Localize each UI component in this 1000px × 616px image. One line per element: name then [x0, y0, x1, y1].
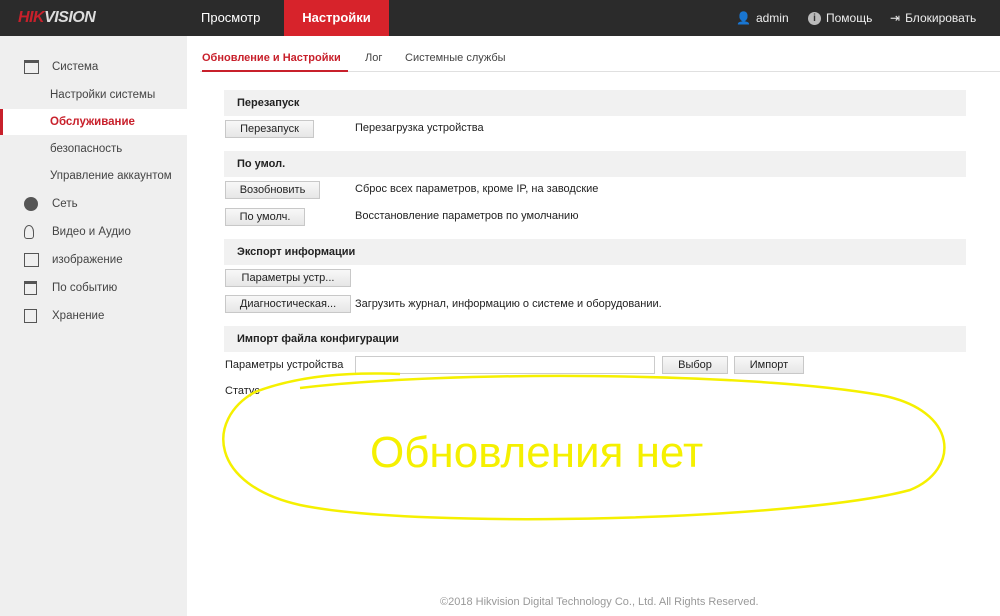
footer: ©2018 Hikvision Digital Technology Co., … — [440, 596, 759, 608]
annotation-text: Обновления нет — [370, 428, 703, 477]
yellow-annotation: Обновления нет — [222, 372, 946, 521]
